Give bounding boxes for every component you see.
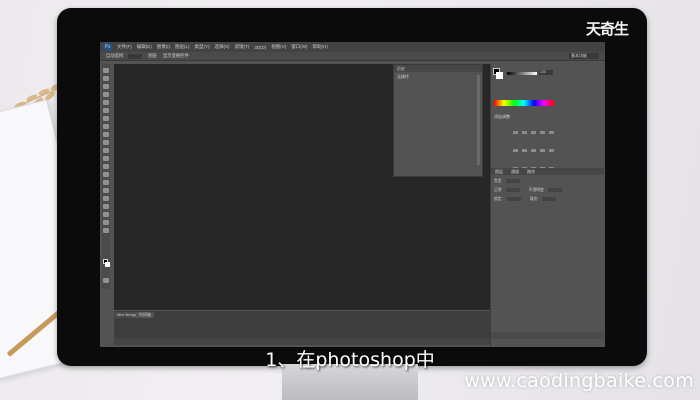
layer-filter-row[interactable]: 类型 bbox=[494, 178, 599, 184]
right-panels: 100 添加调整 图层 通道 路径 类型 正常 不透明度 锁定: 填充: bbox=[490, 64, 604, 347]
history-brush-tool-icon[interactable] bbox=[103, 140, 109, 145]
quick-select-tool-icon[interactable] bbox=[103, 92, 109, 97]
color-value-field[interactable]: 100 bbox=[539, 70, 553, 75]
menu-select[interactable]: 选择(S) bbox=[215, 44, 230, 50]
history-panel-title[interactable]: 历史 bbox=[394, 65, 482, 72]
brush-tool-icon[interactable] bbox=[103, 124, 109, 129]
layer-option[interactable]: 图层 bbox=[148, 53, 157, 59]
layers-bottom-toolbar[interactable] bbox=[491, 332, 604, 339]
history-item[interactable]: 无操作 bbox=[394, 72, 482, 82]
eyedropper-tool-icon[interactable] bbox=[103, 108, 109, 113]
photoshop-window: Ps 文件(F) 编辑(E) 图像(I) 图层(L) 类型(Y) 选择(S) 滤… bbox=[100, 42, 605, 347]
timeline-panel: Mini Bridge 时间轴 bbox=[114, 310, 490, 345]
adjustments-title: 添加调整 bbox=[494, 114, 510, 119]
eraser-tool-icon[interactable] bbox=[103, 148, 109, 153]
tab-layers[interactable]: 图层 bbox=[491, 168, 507, 175]
adjustment-icons[interactable] bbox=[511, 122, 571, 170]
lock-row[interactable]: 锁定: 填充: bbox=[494, 196, 599, 202]
gradient-tool-icon[interactable] bbox=[103, 156, 109, 161]
tab-channels[interactable]: 通道 bbox=[507, 168, 523, 175]
menu-layer[interactable]: 图层(L) bbox=[175, 44, 190, 50]
menu-3d[interactable]: 3D(D) bbox=[254, 45, 266, 50]
move-tool-icon[interactable] bbox=[103, 68, 109, 73]
marquee-tool-icon[interactable] bbox=[103, 76, 109, 81]
color-panel: 100 bbox=[491, 64, 604, 86]
menu-bar: Ps 文件(F) 编辑(E) 图像(I) 图层(L) 类型(Y) 选择(S) 滤… bbox=[100, 42, 605, 52]
lasso-tool-icon[interactable] bbox=[103, 84, 109, 89]
history-scrollbar[interactable] bbox=[477, 75, 480, 165]
layers-tabs: 图层 通道 路径 bbox=[491, 168, 604, 175]
blend-mode-row[interactable]: 正常 不透明度 bbox=[494, 187, 599, 193]
healing-tool-icon[interactable] bbox=[103, 116, 109, 121]
menu-filter[interactable]: 滤镜(T) bbox=[235, 44, 250, 50]
menu-file[interactable]: 文件(F) bbox=[117, 44, 132, 50]
history-panel: 历史 无操作 bbox=[393, 64, 483, 177]
workspace-select[interactable]: 基本功能 bbox=[569, 53, 599, 59]
zoom-tool-icon[interactable] bbox=[103, 228, 109, 233]
color-slider[interactable] bbox=[507, 72, 537, 75]
quick-mask-icon[interactable] bbox=[103, 278, 109, 283]
auto-select-dropdown[interactable] bbox=[128, 53, 143, 59]
hand-tool-icon[interactable] bbox=[103, 220, 109, 225]
menu-view[interactable]: 视图(V) bbox=[271, 44, 286, 50]
ps-app-icon: Ps bbox=[103, 43, 112, 51]
path-select-tool-icon[interactable] bbox=[103, 196, 109, 201]
show-transform-controls[interactable]: 显示变换控件 bbox=[163, 53, 189, 59]
crop-tool-icon[interactable] bbox=[103, 100, 109, 105]
stamp-tool-icon[interactable] bbox=[103, 132, 109, 137]
timeline-controls[interactable] bbox=[114, 338, 490, 345]
options-bar: 自动选择: 图层 显示变换控件 bbox=[100, 52, 605, 61]
pen-tool-icon[interactable] bbox=[103, 180, 109, 185]
video-subtitle: 1、在photoshop中 bbox=[265, 349, 435, 371]
site-watermark: www.caodingbaike.com bbox=[464, 370, 694, 392]
menu-help[interactable]: 帮助(H) bbox=[313, 44, 328, 50]
menu-window[interactable]: 窗口(W) bbox=[291, 44, 307, 50]
background-color-swatch[interactable] bbox=[105, 262, 110, 267]
menu-edit[interactable]: 编辑(E) bbox=[137, 44, 152, 50]
color-background-swatch[interactable] bbox=[496, 72, 503, 79]
menu-type[interactable]: 类型(Y) bbox=[195, 44, 210, 50]
dodge-tool-icon[interactable] bbox=[103, 172, 109, 177]
blur-tool-icon[interactable] bbox=[103, 164, 109, 169]
text-tool-icon[interactable] bbox=[103, 188, 109, 193]
tools-panel bbox=[102, 64, 110, 289]
color-spectrum-bar[interactable] bbox=[494, 100, 554, 106]
3d-tool-icon[interactable] bbox=[103, 212, 109, 217]
tab-paths[interactable]: 路径 bbox=[523, 168, 539, 175]
brand-logo: 天奇生 bbox=[586, 20, 629, 38]
shape-tool-icon[interactable] bbox=[103, 204, 109, 209]
menu-image[interactable]: 图像(I) bbox=[157, 44, 170, 50]
auto-select-label[interactable]: 自动选择: bbox=[106, 53, 124, 59]
timeline-tab[interactable]: 时间轴 bbox=[136, 312, 154, 318]
